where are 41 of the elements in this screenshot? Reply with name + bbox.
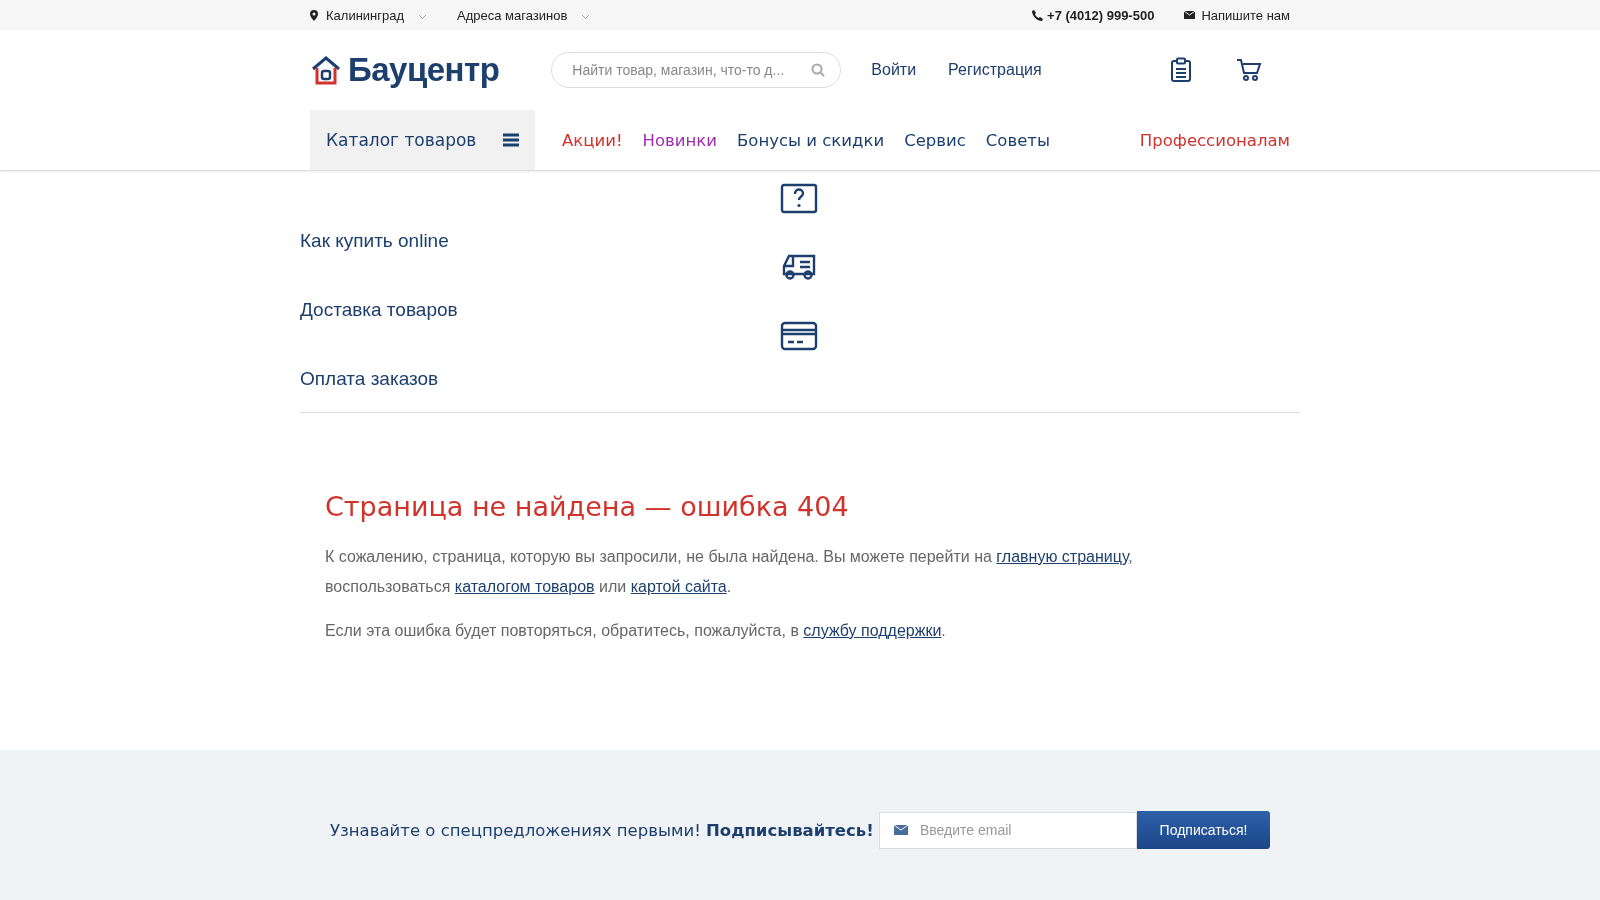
help-menu-link[interactable]: Оплата заказов	[300, 368, 439, 390]
subscribe-button[interactable]: Подписаться!	[1137, 811, 1270, 849]
phone-number[interactable]: +7 (4012) 999-500	[1047, 7, 1155, 23]
search-field[interactable]: Найти товар, магазин, что-то д...	[551, 52, 842, 88]
city-selector[interactable]: Калининград	[326, 7, 405, 23]
text-link[interactable]: картой сайта	[630, 578, 727, 595]
error-message: К сожалению, страница, которую вы запросили, не была найдена. Вы можете перейти на главную страницу, воспользоваться каталогом товаров или картой сайта.	[325, 547, 1134, 597]
help-menu-link[interactable]: Как купить online	[300, 230, 449, 252]
nav-link[interactable]: Бонусы и скидки	[737, 130, 885, 150]
logo-text[interactable]: Бауцентр	[348, 51, 500, 89]
catalog-button[interactable]: Каталог товаров	[310, 110, 535, 170]
phone-icon	[1032, 9, 1044, 21]
menu-icon	[503, 133, 519, 147]
nav-link[interactable]: Сервис	[904, 130, 966, 150]
stores-link[interactable]: Адреса магазинов	[457, 7, 568, 23]
text-link[interactable]: службу поддержки	[803, 622, 942, 639]
cart-icon[interactable]	[1236, 58, 1262, 82]
envelope-icon	[1184, 11, 1196, 19]
register-link[interactable]: Регистрация	[948, 61, 1042, 79]
clipboard-icon[interactable]	[1170, 57, 1192, 83]
error-message: Если эта ошибка будет повторяться, обратитесь, пожалуйста, в службу поддержки.	[325, 621, 947, 641]
truck-icon	[780, 252, 818, 282]
credit-card-icon	[780, 321, 818, 351]
help-menu-link[interactable]: Доставка товаров	[300, 299, 458, 321]
nav-link[interactable]: Профессионалам	[1139, 130, 1290, 150]
text-link[interactable]: главную страницу	[996, 548, 1129, 565]
house-logo-icon	[310, 55, 342, 85]
login-link[interactable]: Войти	[871, 61, 917, 79]
error-title: Страница не найдена — ошибка 404	[325, 491, 850, 522]
chevron-down-icon	[581, 14, 591, 20]
location-pin-icon	[310, 9, 318, 21]
contact-link[interactable]: Напишите нам	[1201, 7, 1290, 23]
text-link[interactable]: каталогом товаров	[454, 578, 595, 595]
nav-link[interactable]: Новинки	[642, 130, 717, 150]
question-icon	[780, 183, 818, 215]
chevron-down-icon	[418, 14, 428, 20]
envelope-icon	[894, 824, 908, 835]
subscribe-text: Узнавайте о спецпредложениях первыми! Подписывайтесь!	[330, 820, 874, 840]
nav-link[interactable]: Советы	[985, 130, 1050, 150]
email-field[interactable]: Введите email	[879, 811, 1137, 849]
nav-link[interactable]: Акции!	[562, 130, 623, 150]
